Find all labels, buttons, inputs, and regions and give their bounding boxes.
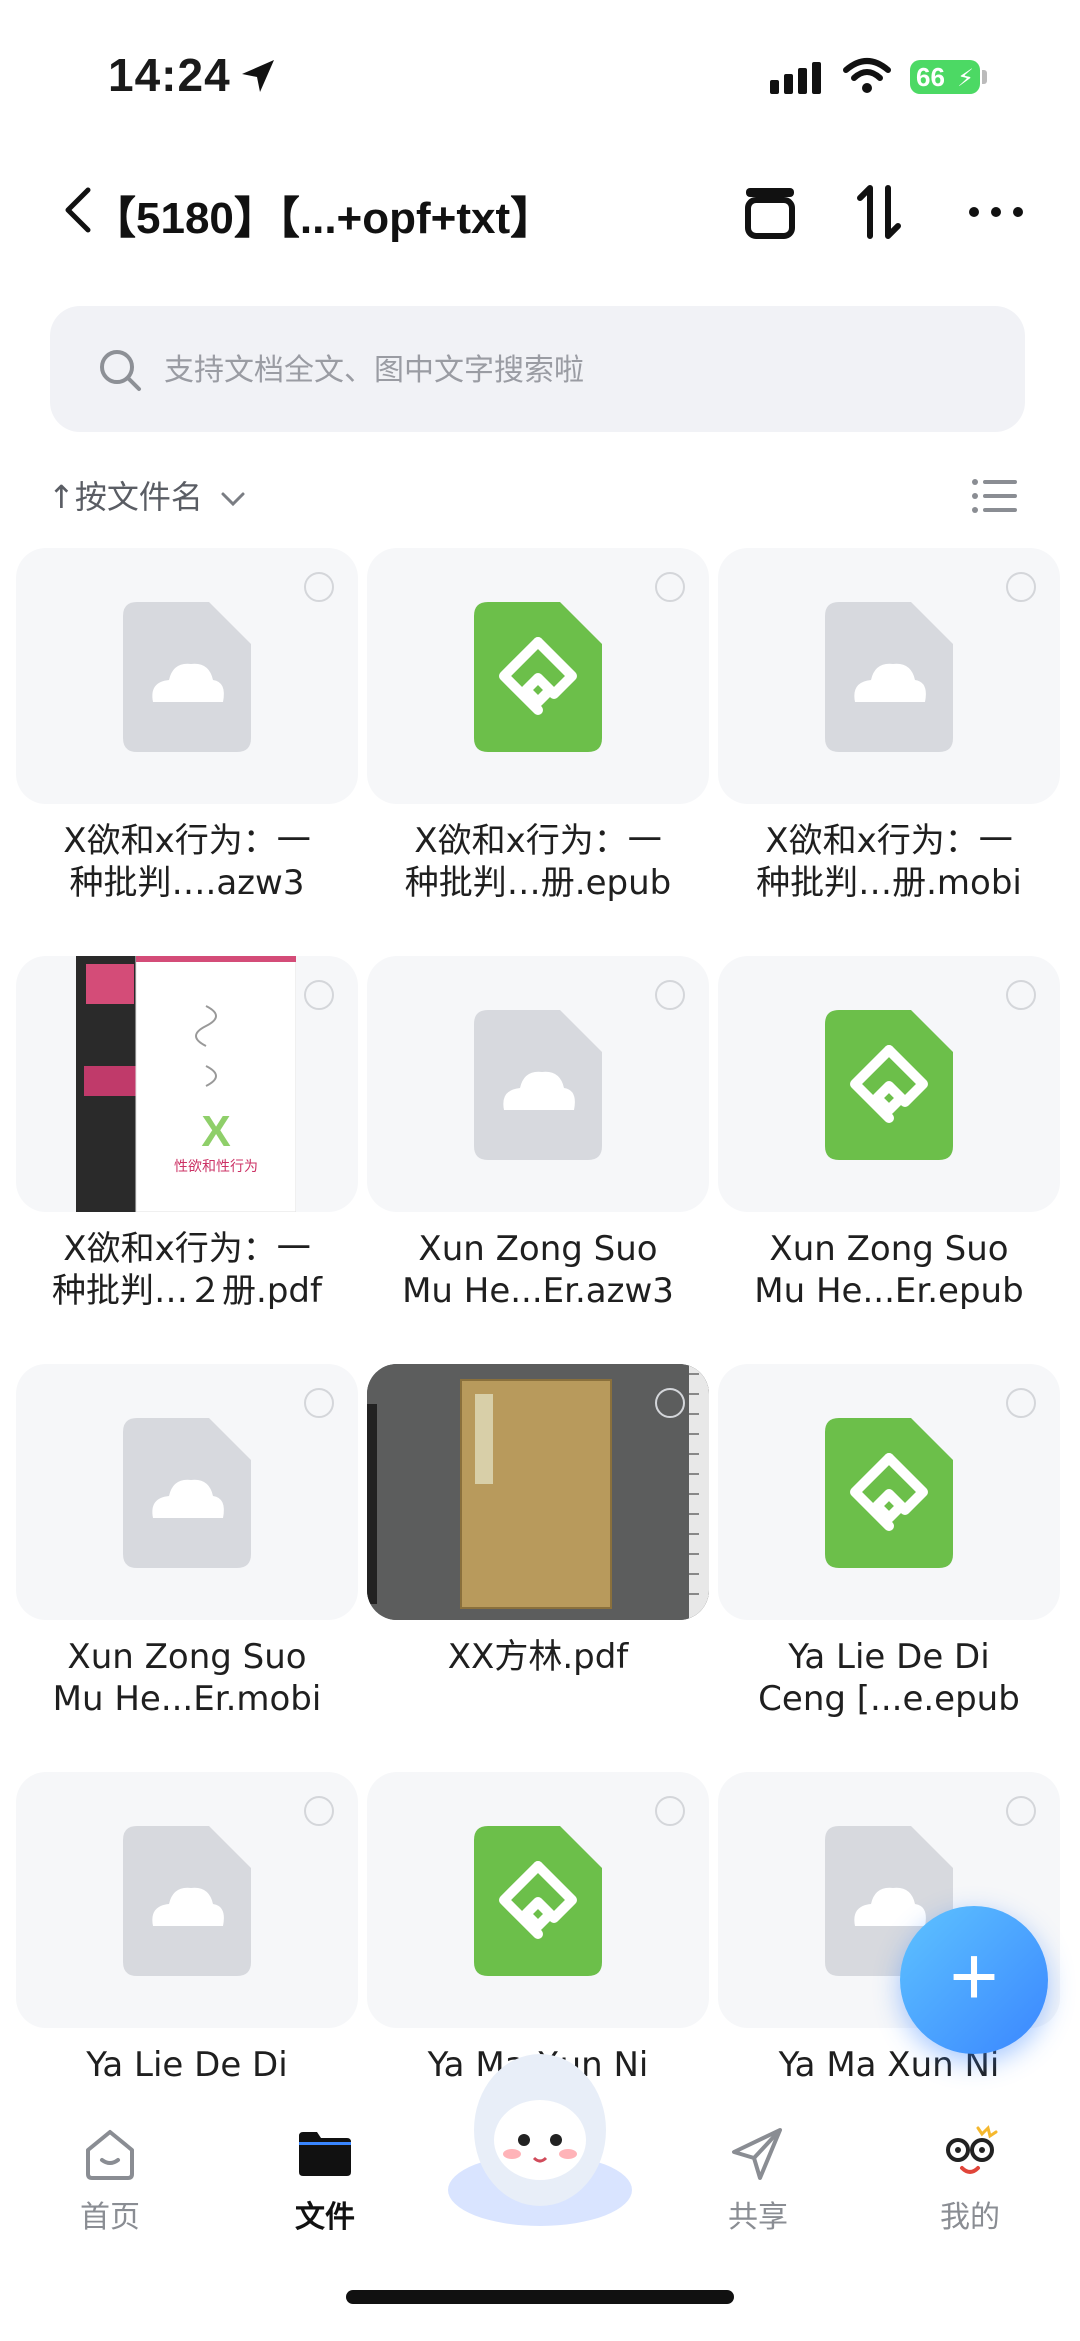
file-thumbnail <box>718 956 1060 1212</box>
file-thumbnail <box>367 548 709 804</box>
select-checkbox[interactable] <box>655 980 685 1010</box>
tab-label: 共享 <box>728 2200 788 2235</box>
select-checkbox[interactable] <box>655 1796 685 1826</box>
header: 【5180】【...+opf+txt】 <box>0 160 1080 260</box>
epub-file-icon <box>474 1826 602 1976</box>
battery-level: 66 <box>916 62 945 92</box>
select-checkbox[interactable] <box>1006 1388 1036 1418</box>
file-item[interactable]: X欲和x行为：一 种批判…册.mobi <box>718 548 1060 956</box>
search-input[interactable] <box>162 336 966 404</box>
add-file-button[interactable]: + <box>900 1906 1048 2054</box>
select-checkbox[interactable] <box>1006 980 1036 1010</box>
cloud-file-icon <box>123 602 251 752</box>
select-checkbox[interactable] <box>304 572 334 602</box>
cover-subtitle: 性欲和性行为 <box>174 1158 258 1174</box>
select-checkbox[interactable] <box>304 1796 334 1826</box>
select-checkbox[interactable] <box>655 1388 685 1418</box>
page-title: 【5180】【...+opf+txt】 <box>92 194 555 243</box>
chevron-down-icon <box>221 492 245 507</box>
file-thumbnail <box>16 1364 358 1620</box>
file-item[interactable]: Ya Lie De Di <box>16 1772 358 2092</box>
cloud-file-icon <box>825 602 953 752</box>
profile-icon <box>946 2125 998 2174</box>
file-thumbnail <box>718 548 1060 804</box>
file-thumbnail: X 性欲和性行为 <box>16 956 358 1212</box>
search-icon <box>100 350 141 391</box>
list-view-icon[interactable] <box>970 476 1020 516</box>
select-checkbox[interactable] <box>304 1388 334 1418</box>
file-item[interactable]: X欲和x行为：一 种批判….azw3 <box>16 548 358 956</box>
charging-bolt-icon: ⚡ <box>957 65 974 92</box>
send-icon <box>732 2128 782 2180</box>
status-time: 14:24 <box>108 49 231 101</box>
file-item[interactable]: XX方林.pdf <box>367 1364 709 1772</box>
battery-cap <box>982 70 987 84</box>
location-arrow-icon <box>242 60 274 92</box>
file-item[interactable]: Ya Lie De Di Ceng [...e.epub <box>718 1364 1060 1772</box>
file-name: Xun Zong Suo Mu He...Er.epub <box>754 1229 1024 1311</box>
cloud-file-icon <box>123 1826 251 1976</box>
status-bar: 14:24 66 ⚡ <box>0 0 1080 150</box>
epub-file-icon <box>825 1418 953 1568</box>
file-item[interactable]: X欲和x行为：一 种批判…册.epub <box>367 548 709 956</box>
file-name: X欲和x行为：一 种批判…册.mobi <box>756 821 1022 903</box>
assistant-mascot-icon[interactable] <box>440 2040 640 2230</box>
tab-label: 首页 <box>80 2200 140 2235</box>
file-name: Ya Lie De Di Ceng [...e.epub <box>758 1637 1020 1719</box>
archive-box-icon[interactable] <box>738 180 802 244</box>
file-name: X欲和x行为：一 种批判…册.epub <box>404 821 672 903</box>
file-item[interactable]: X 性欲和性行为 X欲和x行为：一 种批判…２册.pdf <box>16 956 358 1364</box>
file-item[interactable]: Xun Zong Suo Mu He...Er.mobi <box>16 1364 358 1772</box>
book-cover-thumbnail: X 性欲和性行为 <box>76 956 296 1212</box>
file-thumbnail <box>367 1364 709 1620</box>
tab-share[interactable]: 共享 <box>683 2122 833 2262</box>
sort-arrows-icon[interactable] <box>848 180 912 244</box>
file-thumbnail <box>718 1364 1060 1620</box>
select-checkbox[interactable] <box>1006 572 1036 602</box>
home-icon <box>86 2130 134 2180</box>
tab-label: 我的 <box>940 2200 1000 2235</box>
epub-file-icon <box>474 602 602 752</box>
epub-file-icon <box>825 1010 953 1160</box>
select-checkbox[interactable] <box>304 980 334 1010</box>
home-indicator <box>346 2290 734 2304</box>
plus-icon: + <box>949 1929 999 2023</box>
cloud-file-icon <box>123 1418 251 1568</box>
sort-label: ↑按文件名 <box>48 478 203 516</box>
search-bar[interactable] <box>50 306 1025 432</box>
file-name: X欲和x行为：一 种批判….azw3 <box>63 821 311 903</box>
more-options-icon[interactable] <box>964 180 1028 244</box>
file-thumbnail <box>16 1772 358 2028</box>
select-checkbox[interactable] <box>1006 1796 1036 1826</box>
tab-label: 文件 <box>295 2200 355 2235</box>
sort-bar: ↑按文件名 <box>0 466 1080 526</box>
file-name: XX方林.pdf <box>447 1637 629 1677</box>
tab-home[interactable]: 首页 <box>35 2122 185 2262</box>
select-checkbox[interactable] <box>655 572 685 602</box>
tab-files[interactable]: 文件 <box>250 2122 400 2262</box>
battery-indicator: 66 ⚡ <box>910 60 980 94</box>
file-item[interactable]: Xun Zong Suo Mu He...Er.azw3 <box>367 956 709 1364</box>
cloud-file-icon <box>474 1010 602 1160</box>
bottom-tab-bar: 首页 文件 共享 我的 <box>0 2054 1080 2341</box>
file-thumbnail <box>16 548 358 804</box>
file-name: X欲和x行为：一 种批判…２册.pdf <box>52 1229 322 1311</box>
file-thumbnail <box>367 956 709 1212</box>
cellular-signal-icon <box>770 62 826 94</box>
file-item[interactable]: Xun Zong Suo Mu He...Er.epub <box>718 956 1060 1364</box>
file-name: Xun Zong Suo Mu He...Er.azw3 <box>402 1229 674 1311</box>
file-name: Xun Zong Suo Mu He...Er.mobi <box>52 1637 322 1719</box>
file-thumbnail <box>367 1772 709 2028</box>
folder-icon <box>299 2132 351 2176</box>
sort-by-name-dropdown[interactable]: ↑按文件名 <box>48 472 247 518</box>
cover-letter: X <box>201 1107 230 1156</box>
tab-profile[interactable]: 我的 <box>895 2122 1045 2262</box>
wifi-icon <box>843 58 891 93</box>
